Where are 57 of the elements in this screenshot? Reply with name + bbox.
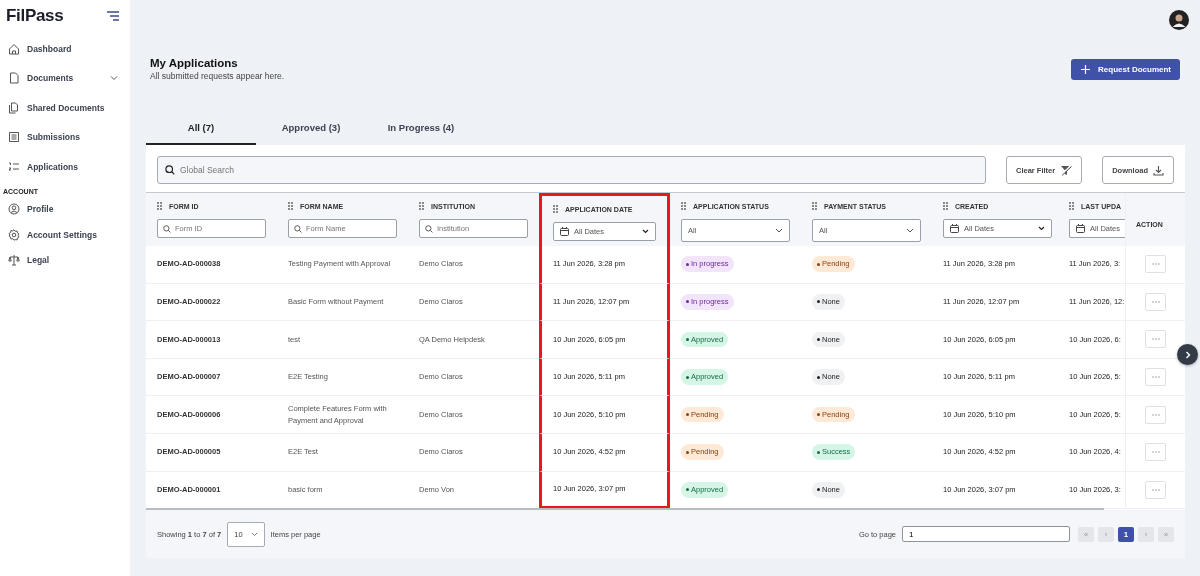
documents-icon xyxy=(8,101,20,114)
list-icon xyxy=(8,131,20,144)
scroll-right-button[interactable] xyxy=(1177,344,1198,365)
more-icon xyxy=(1151,300,1160,303)
home-icon xyxy=(8,42,20,55)
numbered-list-icon xyxy=(8,160,20,173)
page-title: My Applications xyxy=(150,57,239,69)
sidebar-item[interactable]: Account Settings xyxy=(0,222,130,248)
request-document-button[interactable]: Request Document xyxy=(1071,59,1180,80)
chevron-icon xyxy=(906,228,914,233)
drag-handle-icon[interactable] xyxy=(288,202,293,210)
plus-icon xyxy=(1081,65,1091,74)
scrollbar[interactable] xyxy=(146,508,1104,511)
chevron-icon xyxy=(250,531,258,537)
menu-icon[interactable] xyxy=(106,11,120,21)
search-field[interactable]: Global Search xyxy=(157,156,986,184)
sidebar-item[interactable]: Submissions xyxy=(0,122,130,152)
drag-handle-icon[interactable] xyxy=(157,202,162,210)
sidebar-item[interactable]: Profile xyxy=(0,196,130,222)
chevron-icon xyxy=(642,229,649,234)
drag-handle-icon[interactable] xyxy=(1069,202,1074,210)
calendar-icon xyxy=(950,224,959,233)
sidebar-item[interactable]: Legal xyxy=(0,247,130,273)
more-icon xyxy=(1151,451,1160,454)
more-icon xyxy=(1151,413,1160,416)
page-button[interactable]: 1 xyxy=(1118,526,1134,542)
download-icon xyxy=(1153,164,1164,176)
more-icon xyxy=(1151,488,1160,491)
sidebar-item[interactable]: Dashboard xyxy=(0,34,130,64)
calendar-icon xyxy=(1076,224,1085,233)
sidebar-item[interactable]: Documents xyxy=(0,63,130,93)
page-subtitle: All submitted requests appear here. xyxy=(150,71,285,81)
drag-handle-icon[interactable] xyxy=(681,202,686,210)
tab[interactable]: In Progress (4) xyxy=(366,112,476,145)
drag-handle-icon[interactable] xyxy=(419,202,424,210)
avatar[interactable] xyxy=(1169,10,1189,30)
drag-handle-icon[interactable] xyxy=(943,202,948,210)
page-number-field[interactable]: 1 xyxy=(902,526,1070,543)
logo: FilPass xyxy=(6,6,64,26)
more-icon xyxy=(1151,263,1160,266)
calendar-icon xyxy=(560,227,569,236)
tab[interactable]: Approved (3) xyxy=(256,112,366,145)
more-icon xyxy=(1151,338,1160,341)
chevron-icon xyxy=(775,228,783,233)
filter-off-icon xyxy=(1060,164,1073,176)
sidebar-item[interactable]: Shared Documents xyxy=(0,93,130,123)
settings-icon xyxy=(8,228,20,241)
drag-handle-icon[interactable] xyxy=(553,205,558,213)
drag-handle-icon[interactable] xyxy=(812,202,817,210)
chevron-icon[interactable] xyxy=(110,75,118,82)
sidebar-item[interactable]: Applications xyxy=(0,152,130,182)
document-icon xyxy=(8,72,20,85)
chevron-right-icon xyxy=(1184,350,1191,359)
scale-icon xyxy=(8,254,20,267)
profile-icon xyxy=(8,203,20,216)
more-icon xyxy=(1151,376,1160,379)
chevron-icon xyxy=(1038,226,1045,231)
